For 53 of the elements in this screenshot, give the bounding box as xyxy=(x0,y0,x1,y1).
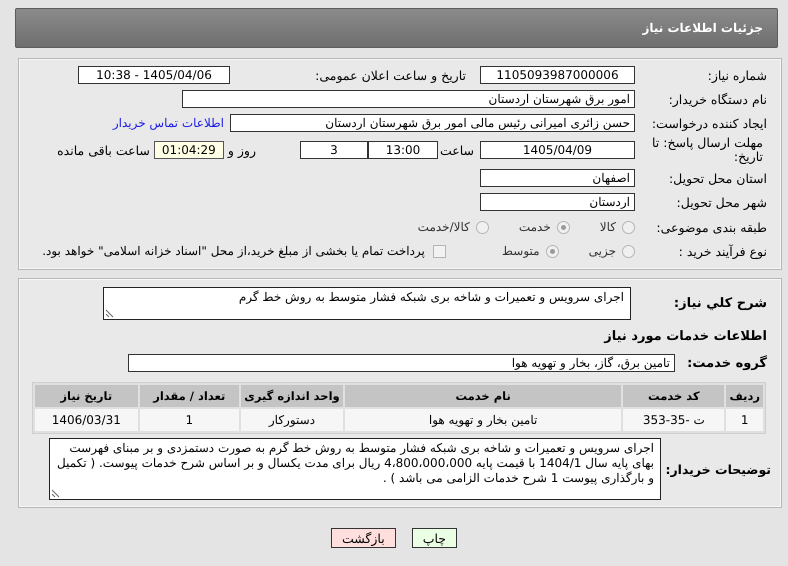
table-cell: 1 xyxy=(726,409,763,431)
column-header: ردیف xyxy=(726,385,763,407)
need-number-field[interactable]: 1105093987000006 xyxy=(480,66,635,84)
page-title: جزئیات اطلاعات نیاز xyxy=(642,21,763,35)
column-header: نام خدمت xyxy=(345,385,622,407)
remaining-time-field[interactable]: 01:04:29 xyxy=(154,141,224,159)
text-field[interactable]: تامین برق، گاز، بخار و تهویه هوا xyxy=(128,354,675,372)
radio-button[interactable]: خدمت xyxy=(518,220,570,234)
table-cell: 1406/03/31 xyxy=(35,409,138,431)
radio-button[interactable]: کالا/خدمت xyxy=(418,220,489,234)
field-label: توضیحات خریدار: xyxy=(664,462,772,476)
back-button[interactable]: بازگشت xyxy=(331,528,396,548)
text-field[interactable]: اصفهان xyxy=(480,169,635,187)
field-label: نوع فرآیند خرید : xyxy=(678,244,768,258)
table-cell: تامین بخار و تهویه هوا xyxy=(345,409,622,431)
field-label: گروه خدمت: xyxy=(687,356,768,370)
radio-button[interactable]: متوسط xyxy=(502,244,559,258)
radio-button[interactable]: جزیی xyxy=(588,244,635,258)
field-label: تاریخ و ساعت اعلان عمومی: xyxy=(314,68,466,82)
field-label: استان محل تحویل: xyxy=(668,170,768,186)
buyer-notes-box[interactable]: اجرای سرویس و تعمیرات و شاخه بری شبکه فشار متوسط به روش خط گرم به صورت دستمزدی و بر مبنای فهرست بهای پایه سال 1404/1 با قیمت پایه 4،800،000،000 ریال برای مدت یکسال و بر اساس شرح خدمات پیوست. ( تکمیل و بارگذاری پیوست 1 شرح خدمات الزامی می باشد ) . xyxy=(49,438,661,500)
field-label: شماره نیاز: xyxy=(706,68,768,82)
column-header: تاریخ نیاز xyxy=(35,385,138,407)
text-field[interactable]: امور برق شهرستان اردستان xyxy=(182,90,635,108)
field-label: ایجاد کننده درخواست: xyxy=(650,116,768,130)
date-field[interactable]: 1405/04/06 - 10:38 xyxy=(78,66,230,84)
field-label: مهلت ارسال پاسخ: تا تاریخ: xyxy=(651,136,764,164)
column-header: واحد اندازه گیری xyxy=(240,385,344,407)
table-cell: دستورکار xyxy=(240,409,344,431)
description-box[interactable]: اجرای سرویس و تعمیرات و شاخه بری شبکه فشار متوسط به روش خط گرم xyxy=(103,287,631,320)
table-cell: ت -35-353 xyxy=(623,409,724,431)
field-label: شرح کلي نياز: xyxy=(672,296,768,311)
payment-checkbox[interactable]: پرداخت تمام یا بخشی از مبلغ خرید،از محل "اسناد خزانه اسلامی" خواهد بود. xyxy=(42,244,446,258)
table-cell: 1 xyxy=(140,409,239,431)
column-header: کد خدمت xyxy=(623,385,724,407)
text-field[interactable]: اردستان xyxy=(480,193,635,211)
print-button[interactable]: چاپ xyxy=(412,528,458,548)
field-label: روز و xyxy=(228,142,256,158)
section-heading: اطلاعات خدمات مورد نیاز xyxy=(602,329,768,344)
time-field[interactable]: 13:00 xyxy=(368,141,438,159)
radio-button[interactable]: کالا xyxy=(600,220,635,234)
date-field[interactable]: 1405/04/09 xyxy=(480,141,635,159)
resize-grip-icon[interactable] xyxy=(105,309,114,318)
column-header: تعداد / مقدار xyxy=(140,385,239,407)
field-label: شهر محل تحویل: xyxy=(676,194,768,210)
field-label: نام دستگاه خریدار: xyxy=(668,92,768,106)
field-label: ساعت xyxy=(438,142,474,158)
contact-link[interactable]: اطلاعات تماس خریدار xyxy=(112,116,224,130)
text-field[interactable]: حسن زائری امیرانی رئیس مالی امور برق شهرستان اردستان xyxy=(230,114,635,132)
resize-grip-icon[interactable] xyxy=(51,489,60,498)
field-label: طبقه بندی موضوعی: xyxy=(655,220,768,234)
days-field[interactable]: 3 xyxy=(300,141,368,159)
field-label: ساعت باقی مانده xyxy=(57,142,150,158)
